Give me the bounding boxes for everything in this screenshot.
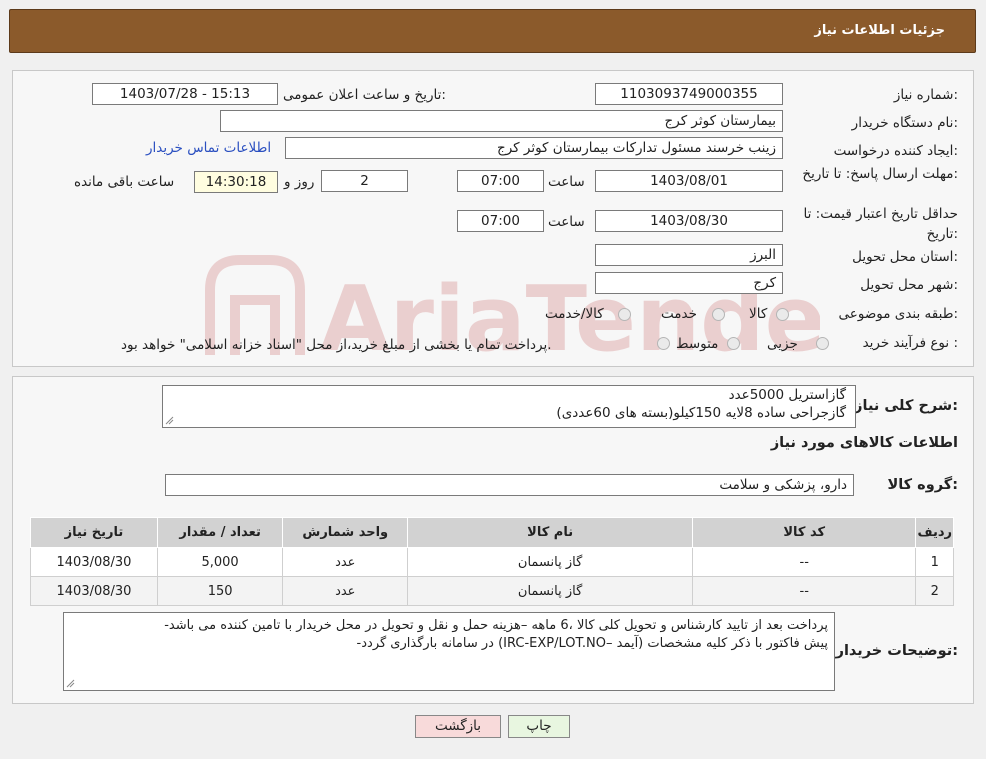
- goods-group-label: گروه کالا:: [887, 477, 958, 493]
- process-option-minor: جزیی: [767, 336, 798, 352]
- category-label: طبقه بندی موضوعی:: [838, 306, 958, 322]
- cell-unit: عدد: [282, 576, 409, 606]
- buyer-contact-link[interactable]: اطلاعات تماس خریدار: [146, 140, 271, 156]
- process-radio-minor[interactable]: [816, 337, 829, 350]
- resize-handle-icon[interactable]: [165, 416, 174, 425]
- process-radio-treasury[interactable]: [657, 337, 670, 350]
- summary-label: شرح کلی نیاز:: [854, 398, 958, 414]
- cell-code: --: [691, 547, 917, 577]
- cell-date: 1403/08/30: [30, 547, 158, 577]
- announce-field[interactable]: 1403/07/28 - 15:13: [92, 83, 278, 105]
- category-radio-service[interactable]: [712, 308, 725, 321]
- col-quantity: تعداد / مقدار: [156, 517, 284, 548]
- cell-quantity: 150: [156, 576, 284, 606]
- cell-date: 1403/08/30: [30, 576, 158, 606]
- summary-textarea[interactable]: گازاستریل 5000عدد گازجراحی ساده 8لایه 15…: [162, 385, 856, 428]
- deadline-time-field[interactable]: 07:00: [457, 170, 544, 192]
- validity-time-field[interactable]: 07:00: [457, 210, 544, 232]
- deadline-days-label: روز و: [284, 174, 315, 190]
- table-row[interactable]: 1 -- گاز پانسمان عدد 5,000 1403/08/30: [30, 547, 954, 577]
- need-number-label: شماره نیاز:: [893, 87, 958, 103]
- city-label: شهر محل تحویل:: [860, 277, 958, 293]
- province-field[interactable]: البرز: [595, 244, 783, 266]
- col-name: نام کالا: [407, 517, 693, 548]
- back-button[interactable]: بازگشت: [415, 715, 501, 738]
- resize-handle-icon[interactable]: [66, 679, 75, 688]
- deadline-date-field[interactable]: 1403/08/01: [595, 170, 783, 192]
- page-header: جزئیات اطلاعات نیاز: [9, 9, 976, 53]
- process-label: نوع فرآیند خرید :: [862, 335, 958, 351]
- table-row[interactable]: 2 -- گاز پانسمان عدد 150 1403/08/30: [30, 576, 954, 606]
- category-radio-both[interactable]: [618, 308, 631, 321]
- col-code: کد کالا: [691, 517, 917, 548]
- buyer-org-field[interactable]: بیمارستان کوثر کرج: [220, 110, 783, 132]
- category-option-both: کالا/خدمت: [545, 306, 604, 322]
- validity-label: حداقل تاریخ اعتبار قیمت: تا تاریخ:: [803, 206, 958, 242]
- buyer-org-label: نام دستگاه خریدار:: [851, 115, 958, 131]
- announce-label: تاریخ و ساعت اعلان عمومی:: [283, 87, 446, 103]
- cell-row: 2: [915, 576, 954, 606]
- table-header-row: ردیف کد کالا نام کالا واحد شمارش تعداد /…: [30, 517, 954, 548]
- goods-table: ردیف کد کالا نام کالا واحد شمارش تعداد /…: [30, 517, 954, 606]
- validity-time-label: ساعت: [548, 214, 585, 230]
- remaining-time-label: ساعت باقی مانده: [74, 174, 175, 190]
- deadline-days-field[interactable]: 2: [321, 170, 408, 192]
- buyer-notes-line-1: پرداخت بعد از تایید کارشناس و تحویل کلی …: [164, 618, 828, 633]
- cell-row: 1: [915, 547, 954, 577]
- process-note: پرداخت تمام یا بخشی از مبلغ خرید،از محل …: [121, 337, 552, 353]
- summary-line-1: گازاستریل 5000عدد: [728, 387, 846, 403]
- col-unit: واحد شمارش: [282, 517, 409, 548]
- remaining-time-field: 14:30:18: [194, 171, 278, 193]
- cell-name: گاز پانسمان: [407, 547, 693, 577]
- category-option-goods: کالا: [749, 306, 768, 322]
- goods-group-field[interactable]: دارو، پزشکی و سلامت: [165, 474, 854, 496]
- col-row: ردیف: [915, 517, 954, 548]
- cell-unit: عدد: [282, 547, 409, 577]
- buyer-notes-textarea[interactable]: پرداخت بعد از تایید کارشناس و تحویل کلی …: [63, 612, 835, 691]
- summary-line-2: گازجراحی ساده 8لایه 150کیلو(بسته های 60ع…: [556, 405, 846, 421]
- buyer-notes-label: توضیحات خریدار:: [835, 643, 958, 659]
- buyer-notes-line-2: پیش فاکتور با ذکر کلیه مشخصات (آیمد –IRC…: [356, 636, 828, 651]
- deadline-time-label: ساعت: [548, 174, 585, 190]
- need-number-field[interactable]: 1103093749000355: [595, 83, 783, 105]
- page-title: جزئیات اطلاعات نیاز: [814, 23, 945, 38]
- cell-quantity: 5,000: [156, 547, 284, 577]
- goods-info-title: اطلاعات کالاهای مورد نیاز: [770, 435, 958, 451]
- validity-date-field[interactable]: 1403/08/30: [595, 210, 783, 232]
- city-field[interactable]: کرج: [595, 272, 783, 294]
- province-label: استان محل تحویل:: [852, 249, 958, 265]
- requester-field[interactable]: زینب خرسند مسئول تدارکات بیمارستان کوثر …: [285, 137, 783, 159]
- cell-code: --: [691, 576, 917, 606]
- requester-label: ایجاد کننده درخواست:: [833, 143, 958, 159]
- deadline-label: مهلت ارسال پاسخ: تا تاریخ:: [802, 166, 958, 182]
- process-radio-medium[interactable]: [727, 337, 740, 350]
- category-option-service: خدمت: [661, 306, 697, 322]
- cell-name: گاز پانسمان: [407, 576, 693, 606]
- process-option-medium: متوسط: [676, 336, 719, 352]
- print-button[interactable]: چاپ: [508, 715, 570, 738]
- col-date: تاریخ نیاز: [30, 517, 158, 548]
- category-radio-goods[interactable]: [776, 308, 789, 321]
